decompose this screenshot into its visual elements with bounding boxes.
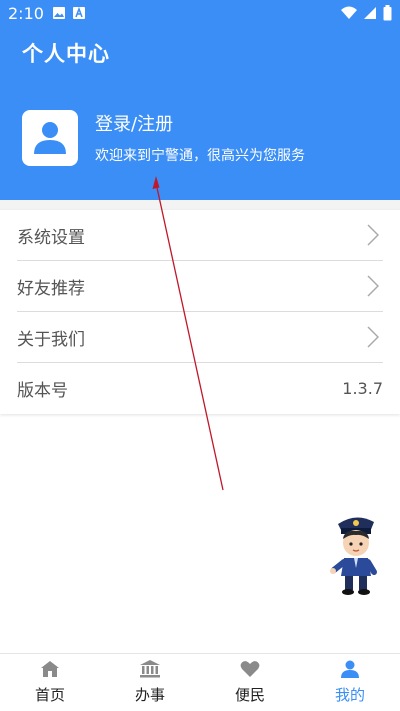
chevron-right-icon xyxy=(367,275,379,297)
menu-item-label: 好友推荐 xyxy=(17,278,85,299)
bank-icon xyxy=(140,660,160,678)
tab-label: 首页 xyxy=(34,686,65,704)
page-title: 个人中心 xyxy=(22,42,110,66)
tab-label: 办事 xyxy=(134,686,165,704)
signal-icon xyxy=(364,7,376,19)
menu-item-version: 版本号 1.3.7 xyxy=(17,363,383,414)
bottom-tab-bar: 首页 办事 便民 我的 xyxy=(0,653,400,711)
heart-icon xyxy=(240,661,260,677)
tab-services[interactable]: 办事 xyxy=(100,654,200,711)
chevron-right-icon xyxy=(367,326,379,348)
battery-icon xyxy=(383,5,392,21)
menu-item-label: 系统设置 xyxy=(17,227,85,248)
tab-label: 我的 xyxy=(334,686,365,704)
tab-convenience[interactable]: 便民 xyxy=(200,654,300,711)
police-mascot-icon[interactable] xyxy=(326,510,382,598)
app-notification-icon xyxy=(73,6,85,19)
header-banner xyxy=(0,0,400,200)
menu-item-friend-recommend[interactable]: 好友推荐 xyxy=(17,261,383,312)
section-gap xyxy=(0,200,400,210)
chevron-right-icon xyxy=(367,224,379,246)
menu-item-system-settings[interactable]: 系统设置 xyxy=(17,210,383,261)
wifi-icon xyxy=(341,6,357,19)
menu-item-about-us[interactable]: 关于我们 xyxy=(17,312,383,363)
avatar[interactable] xyxy=(22,110,78,166)
settings-menu: 系统设置 好友推荐 关于我们 版本号 1.3.7 xyxy=(0,210,400,414)
welcome-text: 欢迎来到宁警通，很高兴为您服务 xyxy=(95,147,305,164)
tab-mine[interactable]: 我的 xyxy=(300,654,400,711)
version-number: 1.3.7 xyxy=(342,379,383,398)
home-icon xyxy=(41,661,59,677)
tab-home[interactable]: 首页 xyxy=(0,654,100,711)
menu-item-label: 版本号 xyxy=(17,381,68,401)
person-icon xyxy=(341,660,359,678)
status-bar: 2:10 xyxy=(0,0,400,28)
status-time: 2:10 xyxy=(8,4,44,23)
login-profile-card[interactable]: 登录/注册 欢迎来到宁警通，很高兴为您服务 xyxy=(22,110,305,166)
image-notification-icon xyxy=(53,7,65,19)
login-register-link[interactable]: 登录/注册 xyxy=(95,110,305,136)
menu-item-label: 关于我们 xyxy=(17,329,85,350)
user-avatar-icon xyxy=(34,122,66,154)
tab-label: 便民 xyxy=(234,686,265,704)
